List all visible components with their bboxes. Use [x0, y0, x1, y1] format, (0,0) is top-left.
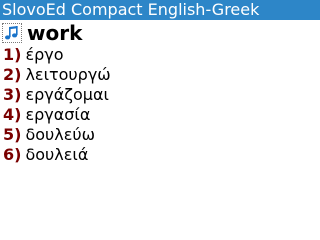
translation-item[interactable]: 3) εργάζομαι — [3, 85, 111, 105]
translation-text: εργασία — [25, 105, 91, 124]
translation-number: 5) — [3, 125, 22, 144]
translation-number: 4) — [3, 105, 22, 124]
headword: work — [27, 21, 83, 45]
translation-number: 6) — [3, 145, 22, 164]
translation-text: έργο — [25, 45, 64, 64]
translation-text: δουλειά — [25, 145, 89, 164]
translation-number: 2) — [3, 65, 22, 84]
translation-text: λειτουργώ — [25, 65, 111, 84]
title-bar: SlovoEd Compact English-Greek — [0, 0, 320, 20]
headword-row: work — [2, 22, 82, 44]
app-title: SlovoEd Compact English-Greek — [2, 0, 260, 19]
translation-item[interactable]: 1) έργο — [3, 45, 111, 65]
translation-item[interactable]: 5) δουλεύω — [3, 125, 111, 145]
translation-item[interactable]: 6) δουλειά — [3, 145, 111, 165]
translation-text: δουλεύω — [25, 125, 96, 144]
music-note-icon — [4, 25, 20, 41]
translation-list: 1) έργο 2) λειτουργώ 3) εργάζομαι 4) εργασία… — [3, 45, 111, 165]
translation-item[interactable]: 2) λειτουργώ — [3, 65, 111, 85]
translation-number: 1) — [3, 45, 22, 64]
translation-item[interactable]: 4) εργασία — [3, 105, 111, 125]
pronunciation-button[interactable] — [2, 23, 22, 43]
translation-number: 3) — [3, 85, 22, 104]
translation-text: εργάζομαι — [25, 85, 109, 104]
